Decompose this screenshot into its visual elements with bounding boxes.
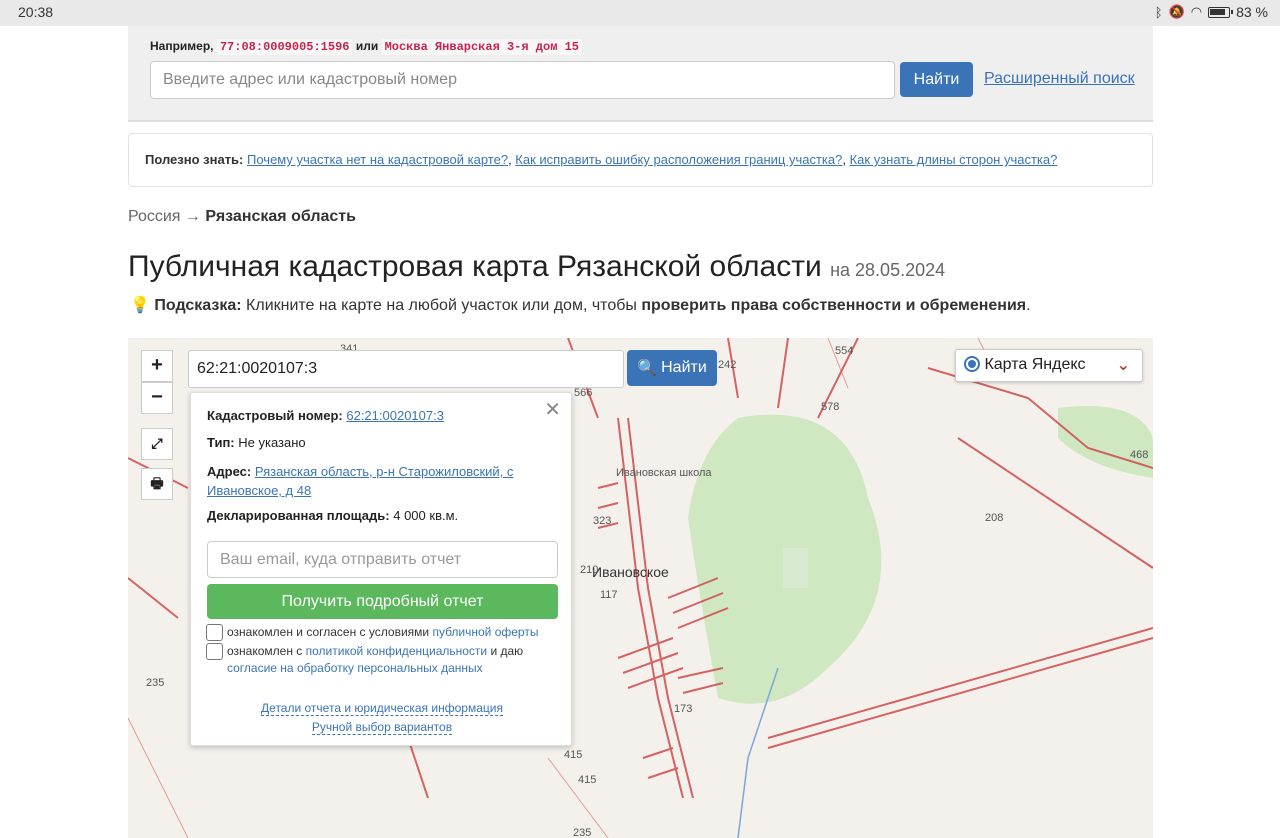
field-area [783,548,808,588]
hint-bold: проверить права собственности и обремене… [641,297,1027,314]
battery-level: 83 % [1236,4,1268,20]
page-title: Публичная кадастровая карта Рязанской об… [128,250,945,284]
map-layer-select[interactable]: Карта Яндекс ⌄ [955,349,1143,382]
address-search-input[interactable] [150,61,895,99]
personal-data-consent-link[interactable]: согласие на обработку персональных данны… [227,661,483,675]
example-or: или [355,39,379,53]
breadcrumb-current: Рязанская область [205,208,356,225]
manual-select-link-wrap: Ручной выбор вариантов [191,720,573,735]
example-code: 77:08:0009005:1596 [216,39,353,55]
status-time: 20:38 [18,4,54,20]
area-label: Декларированная площадь: [207,508,390,523]
privacy-checkbox[interactable] [206,643,223,660]
useful-label: Полезно знать: [145,152,244,167]
search-icon: 🔍 [637,360,658,377]
cadastral-number-link[interactable]: 62:21:0020107:3 [346,408,444,423]
map-label-468: 468 [1130,449,1148,461]
cadastral-number-label: Кадастровый номер: [207,408,343,423]
map-label-117: 117 [600,589,618,601]
cadastral-number-row: Кадастровый номер: 62:21:0020107:3 [207,408,444,423]
map-label-578: 578 [821,401,839,413]
map-label-323: 323 [593,515,611,527]
get-report-button[interactable]: Получить подробный отчет [207,584,558,619]
example-label: Например, [150,39,214,53]
hint-end: . [1026,297,1031,314]
map-label-school: Ивановская школа [616,467,712,479]
useful-info-box: Полезно знать: Почему участка нет на кад… [128,133,1153,187]
map-label-566: 566 [574,387,592,399]
page-title-main: Публичная кадастровая карта Рязанской об… [128,250,822,283]
type-value: Не указано [238,435,306,450]
advanced-search-link[interactable]: Расширенный поиск [984,70,1135,88]
map-label-242: 242 [718,359,736,371]
map-search-button[interactable]: 🔍 Найти [627,350,717,386]
breadcrumb-arrow: → [184,208,201,225]
offer-consent-label: ознакомлен и согласен с условиями [227,625,430,639]
offer-checkbox[interactable] [206,624,223,641]
fullscreen-icon[interactable]: ⤢ [141,428,173,460]
offer-consent-text: ознакомлен и согласен с условиями публич… [227,625,538,639]
map-label-235-west: 235 [146,677,164,689]
useful-link-missing-parcel[interactable]: Почему участка нет на кадастровой карте? [247,152,508,167]
lightbulb-icon: 💡 [130,297,150,314]
map-label-415-lower: 415 [578,774,596,786]
cadastral-map[interactable]: Ивановское Ивановская школа 554 341 566 … [128,338,1153,838]
map-label-208: 208 [985,512,1003,524]
hint-label: Подсказка: [154,297,242,314]
battery-icon [1208,6,1234,18]
map-label-554: 554 [835,345,853,357]
layer-radio-icon[interactable] [964,356,980,372]
address-label: Адрес: [207,464,252,479]
address-link-line2[interactable]: Ивановское, д 48 [207,483,311,498]
map-layer-label: Карта Яндекс [984,356,1086,373]
map-label-173: 173 [674,703,692,715]
map-search-button-label: Найти [661,359,707,376]
privacy-consent-text: ознакомлен с политикой конфиденциальност… [227,643,557,677]
mute-icon: 🔕 [1168,4,1185,19]
hint: 💡 Подсказка: Кликните на карте на любой … [130,295,1031,315]
search-example: Например, 77:08:0009005:1596 или Москва … [150,39,582,55]
useful-link-side-lengths[interactable]: Как узнать длины сторон участка? [850,152,1058,167]
search-panel: Например, 77:08:0009005:1596 или Москва … [128,26,1153,122]
breadcrumb: Россия → Рязанская область [128,208,356,226]
privacy-policy-link[interactable]: политикой конфиденциальности [306,644,487,658]
hint-text: Кликните на карте на любой участок или д… [246,297,637,314]
status-bar: 20:38 ᛒ 🔕 ◠ 83 % [0,0,1280,26]
close-icon[interactable]: ✕ [544,397,561,422]
example-address: Москва Январская 3-я дом 15 [381,39,582,55]
type-label: Тип: [207,435,235,450]
zoom-out-button[interactable]: − [141,382,173,414]
privacy-consent-and: и даю [490,644,524,658]
area-row: Декларированная площадь: 4 000 кв.м. [207,508,458,523]
address-row: Адрес: Рязанская область, р-н Старожилов… [207,462,557,500]
breadcrumb-root[interactable]: Россия [128,208,180,225]
type-row: Тип: Не указано [207,435,306,450]
map-label-415-upper: 415 [564,749,582,761]
manual-select-link[interactable]: Ручной выбор вариантов [311,720,453,735]
zoom-in-button[interactable]: + [141,350,173,382]
forest-area-ne [1058,406,1153,478]
map-label-210: 210 [580,564,598,576]
area-value: 4 000 кв.м. [393,508,459,523]
map-label-village: Ивановское [592,564,669,580]
page-title-date: на 28.05.2024 [830,260,946,280]
useful-link-fix-boundary[interactable]: Как исправить ошибку расположения границ… [515,152,842,167]
report-details-link-wrap: Детали отчета и юридическая информация [191,701,573,716]
privacy-consent-label: ознакомлен с [227,644,303,658]
bluetooth-icon: ᛒ [1154,4,1163,20]
map-label-235-south: 235 [573,827,591,838]
search-button[interactable]: Найти [900,62,973,97]
chevron-down-icon[interactable]: ⌄ [1117,355,1130,375]
report-details-link[interactable]: Детали отчета и юридическая информация [261,701,503,716]
address-link-line1[interactable]: Рязанская область, р-н Старожиловский, с [255,464,514,479]
public-offer-link[interactable]: публичной оферты [432,625,538,639]
map-cadastral-search-input[interactable] [188,350,624,388]
parcel-info-popup: ✕ Кадастровый номер: 62:21:0020107:3 Тип… [190,392,572,746]
email-field[interactable] [207,541,558,578]
wifi-icon: ◠ [1190,4,1203,19]
print-icon[interactable]: 🖶 [141,468,173,500]
